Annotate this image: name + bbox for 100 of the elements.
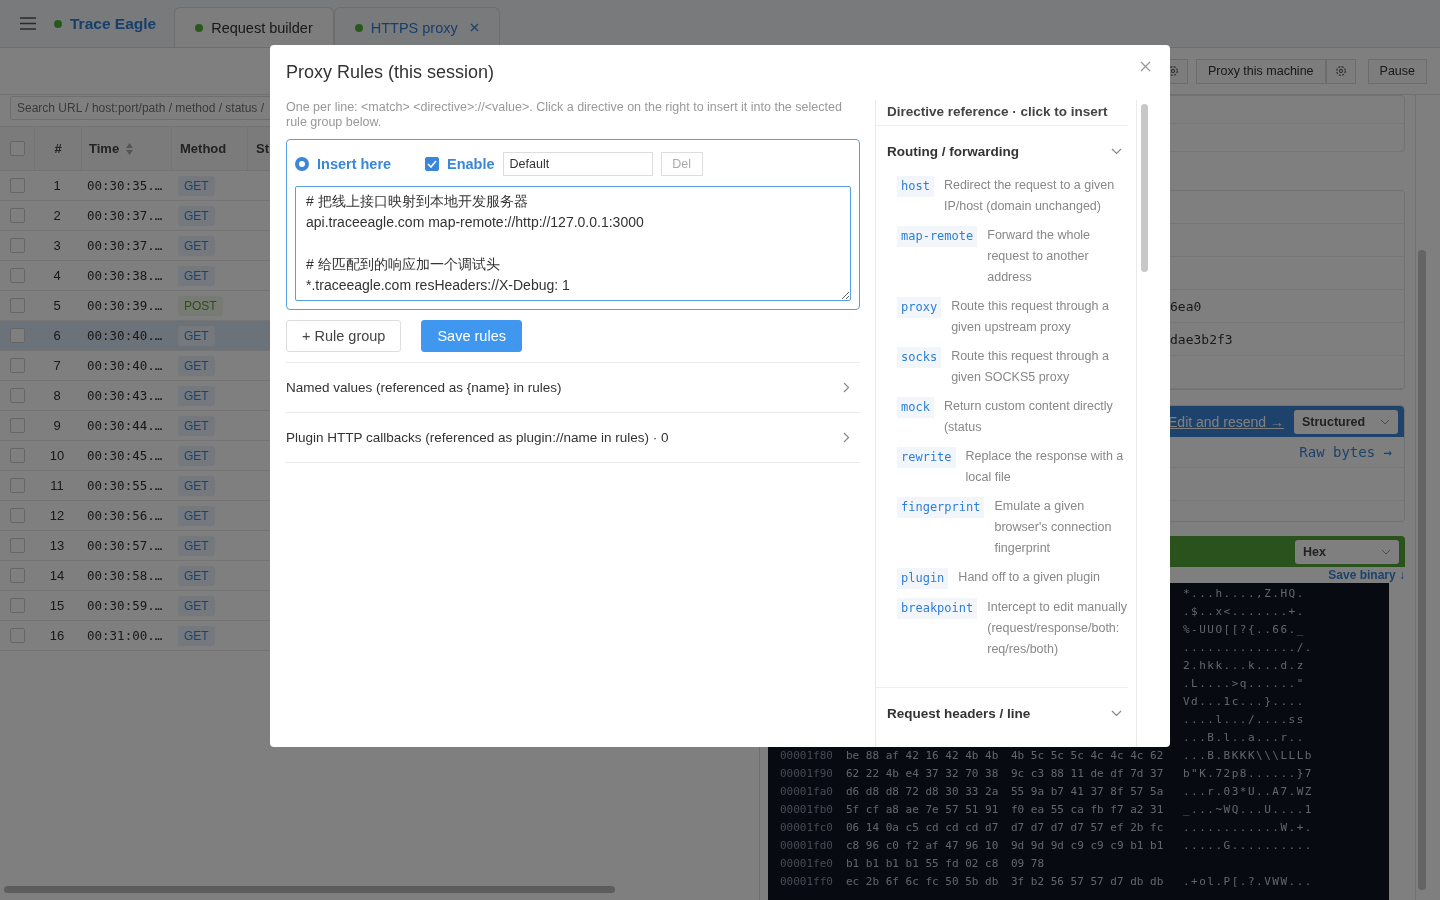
table-cell: 10 [49, 448, 65, 463]
table-cell: 00:30:44.… [87, 418, 163, 433]
table-cell: 00:30:56.… [87, 508, 163, 523]
hex-bytes: 9d 9d 9d c9 c9 c9 b1 b1 [1011, 839, 1164, 852]
method-tag: POST [178, 296, 223, 316]
table-cell: 00:30:59.… [87, 598, 163, 613]
hex-bytes: d7 d7 d7 d7 57 ef 2b fc [1011, 821, 1164, 834]
hex-offset: 00001fd0 [780, 839, 833, 852]
table-cell: 00:30:40.… [87, 358, 163, 373]
hex-offset: 00001fc0 [780, 821, 833, 834]
method-tag: GET [178, 416, 215, 436]
hex-ascii: %-UUO[[?{..66._ [1183, 622, 1305, 638]
column-header: # [54, 141, 62, 156]
table-cell: 5 [53, 298, 61, 313]
hint-text: One per line: <match> <directive>://<value>. Click a directive on the right to insert it into the selected rule group below. [286, 100, 843, 130]
directive-description: Route this request through a given SOCKS5 proxy [951, 348, 1110, 386]
method-tag: GET [178, 206, 215, 226]
table-cell: 4 [53, 268, 61, 283]
hex-bytes: ec 2b 6f 6c fc 50 5b db [846, 875, 999, 888]
table-cell: 7 [53, 358, 61, 373]
table-cell: 12 [49, 508, 65, 523]
hex-ascii: ...B.l..a...r.. [1183, 730, 1305, 746]
dialog-title: Proxy Rules (this session) [286, 62, 495, 83]
hex-bytes: c8 96 c0 f2 af 47 96 10 [846, 839, 999, 852]
table-cell: 00:30:58.… [87, 568, 163, 583]
directive-description: Return custom content directly (status [943, 398, 1114, 436]
hex-offset: 00001f80 [780, 749, 833, 762]
hex-bytes: be 88 af 42 16 42 4b 4b [846, 749, 999, 762]
method-tag: GET [178, 236, 215, 256]
method-tag: GET [178, 386, 215, 406]
hex-bytes: 5f cf a8 ae 7e 57 51 91 [846, 803, 999, 816]
hex-ascii: b"K.72p8......}7 [1183, 766, 1313, 782]
table-cell: 00:30:57.… [87, 538, 163, 553]
method-tag: GET [178, 326, 215, 346]
hex-bytes: f0 ea 55 ca fb f7 a2 31 [1011, 803, 1164, 816]
hex-offset: 00001f90 [780, 767, 833, 780]
method-tag: GET [178, 356, 215, 376]
method-tag: GET [178, 626, 215, 646]
directive-description: Replace the response with a local file [965, 448, 1125, 486]
table-cell: 14 [49, 568, 65, 583]
field-value: dae3b2f3 [1170, 331, 1233, 347]
directive-description: Forward the whole request to another address [987, 227, 1092, 286]
directive-description: Emulate a given browser's connection fingerprint [994, 498, 1113, 557]
table-cell: 00:30:45.… [87, 448, 163, 463]
table-cell: 8 [53, 388, 61, 403]
hex-ascii: ...B.BKKK\\\LLLb [1183, 748, 1313, 764]
table-cell: 3 [53, 238, 61, 253]
column-header: Method [180, 141, 227, 156]
column-header: St [256, 141, 269, 156]
table-cell: 00:30:38.… [87, 268, 163, 283]
hex-ascii: ....l.../....ss [1183, 712, 1305, 728]
method-tag: GET [178, 566, 215, 586]
table-cell: 00:30:43.… [87, 388, 163, 403]
table-cell: 1 [53, 178, 61, 193]
table-cell: 9 [53, 418, 61, 433]
table-cell: 6 [53, 328, 61, 343]
hex-offset: 00001ff0 [780, 875, 833, 888]
table-cell: 00:30:39.… [87, 298, 163, 313]
table-cell: 00:30:35.… [87, 178, 163, 193]
hex-offset: 00001fe0 [780, 857, 833, 870]
method-tag: GET [178, 476, 215, 496]
table-cell: 16 [49, 628, 65, 643]
app-brand: Trace Eagle [70, 14, 157, 33]
directive-description: Intercept to edit manually (request/response/both: req/res/both) [987, 599, 1128, 658]
reference-title: Directive reference · click to insert [876, 100, 1128, 126]
hex-bytes: 4b 5c 5c 5c 4c 4c 4c 62 [1011, 749, 1164, 762]
method-tag: GET [178, 446, 215, 466]
hex-ascii: .L....>q......" [1183, 676, 1305, 692]
hex-offset: 00001fa0 [780, 785, 833, 798]
method-tag: GET [178, 536, 215, 556]
table-cell: 00:31:00.… [87, 628, 163, 643]
hex-offset: 00001fb0 [780, 803, 833, 816]
hex-bytes: d6 d8 d8 72 d8 30 33 2a [846, 785, 999, 798]
hex-bytes: 55 9a b7 41 37 8f 57 5a [1011, 785, 1164, 798]
hex-bytes: 3f b2 56 57 57 d7 db db [1011, 875, 1164, 888]
table-cell: 00:30:40.… [87, 328, 163, 343]
hex-ascii: ...r.03*U..A7.WZ [1183, 784, 1313, 800]
hex-ascii: Vd...1c...}.... [1183, 694, 1305, 710]
hex-bytes: b1 b1 b1 b1 55 fd 02 c8 [846, 857, 999, 870]
field-value: 6ea0 [1170, 298, 1202, 314]
directive-description: Redirect the request to a given IP/host (domain unchanged) [943, 177, 1116, 215]
table-cell: 00:30:37.… [87, 238, 163, 253]
hex-bytes: 62 22 4b e4 37 32 70 38 [846, 767, 999, 780]
hex-bytes: 9c c3 88 11 de df 7d 37 [1011, 767, 1164, 780]
hex-ascii: .+ol.P[.?.VWW... [1183, 874, 1313, 890]
hex-ascii: ............W.+. [1183, 820, 1313, 836]
table-cell: 13 [49, 538, 65, 553]
table-cell: 11 [50, 478, 64, 493]
hex-ascii: .$..x<.......+. [1183, 604, 1305, 620]
method-tag: GET [178, 596, 215, 616]
table-cell: 00:30:37.… [87, 208, 163, 223]
hex-bytes: 06 14 0a c5 cd cd cd d7 [846, 821, 999, 834]
table-cell: 2 [53, 208, 61, 223]
method-tag: GET [178, 176, 215, 196]
hex-ascii: ............../. [1183, 640, 1313, 656]
directive-description: Route this request through a given upstream proxy [951, 298, 1110, 336]
method-tag: GET [178, 266, 215, 286]
hex-bytes: 09 78 [1011, 857, 1045, 870]
hex-ascii: _...~WQ...U....1 [1183, 802, 1313, 818]
method-tag: GET [178, 506, 215, 526]
